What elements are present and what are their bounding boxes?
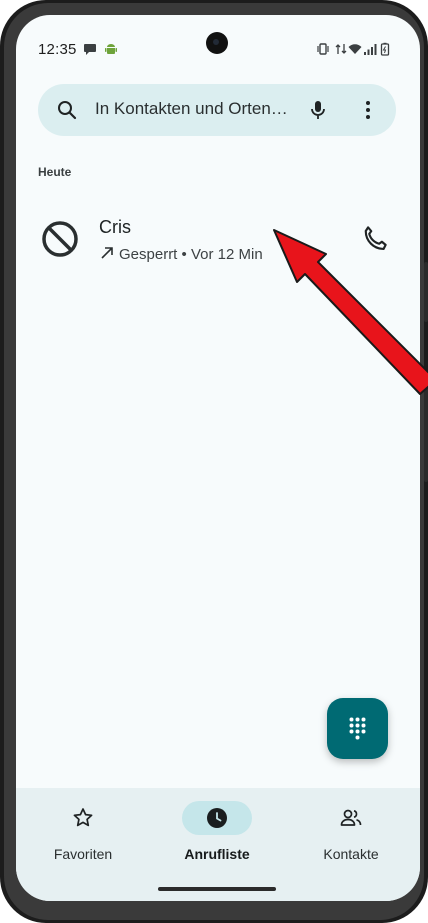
call-details: Gesperrt • Vor 12 Min [99,245,263,263]
screen: 12:35 In Kontakten und Orten… Heute Cris… [16,15,420,901]
clock-icon [207,808,227,828]
caller-name: Cris [99,217,131,237]
search-bar[interactable]: In Kontakten und Orten… [38,84,396,136]
front-camera [206,32,228,54]
phone-bezel: 12:35 In Kontakten und Orten… Heute Cris… [4,3,424,920]
search-icon [58,101,77,120]
nav-contacts-indicator [316,801,386,835]
call-time: Vor 12 Min [190,246,263,263]
nav-call-log-label: Anrufliste [184,846,250,862]
nav-favorites-indicator [48,801,118,835]
nav-contacts-label: Kontakte [323,846,379,862]
power-button [424,372,428,482]
home-indicator[interactable] [158,887,276,891]
outgoing-arrow-icon [101,247,113,259]
dialpad-icon [349,717,366,740]
bottom-navigation: Favoriten Anrufliste Kontakte [16,788,420,901]
wifi-icon [348,44,362,54]
star-icon [73,808,93,827]
dialpad-button[interactable] [327,698,388,759]
nav-call-log[interactable]: Anrufliste [150,788,284,888]
chat-bubble-icon [84,44,96,55]
people-icon [340,809,362,826]
android-icon [105,44,117,54]
blocked-icon [42,221,78,257]
mic-icon[interactable] [306,98,330,122]
search-input[interactable]: In Kontakten und Orten… [95,99,288,119]
call-status: Gesperrt [119,246,178,263]
section-label-today: Heute [38,165,72,179]
battery-icon [380,42,390,56]
vibrate-icon [317,43,329,55]
nav-contacts[interactable]: Kontakte [284,788,418,888]
nav-favorites[interactable]: Favoriten [16,788,150,888]
status-time: 12:35 [38,41,77,58]
call-log-row[interactable]: Cris Gesperrt • Vor 12 Min [16,205,420,283]
more-vert-icon[interactable] [356,98,380,122]
signal-icon [364,44,377,55]
phone-icon[interactable] [360,223,390,253]
status-bar: 12:35 [16,15,420,59]
nav-favorites-label: Favoriten [53,846,113,862]
volume-button [424,262,428,322]
data-arrows-icon [335,44,347,54]
phone-frame: 12:35 In Kontakten und Orten… Heute Cris… [0,0,428,923]
call-separator: • [181,246,187,263]
nav-call-log-indicator [182,801,252,835]
